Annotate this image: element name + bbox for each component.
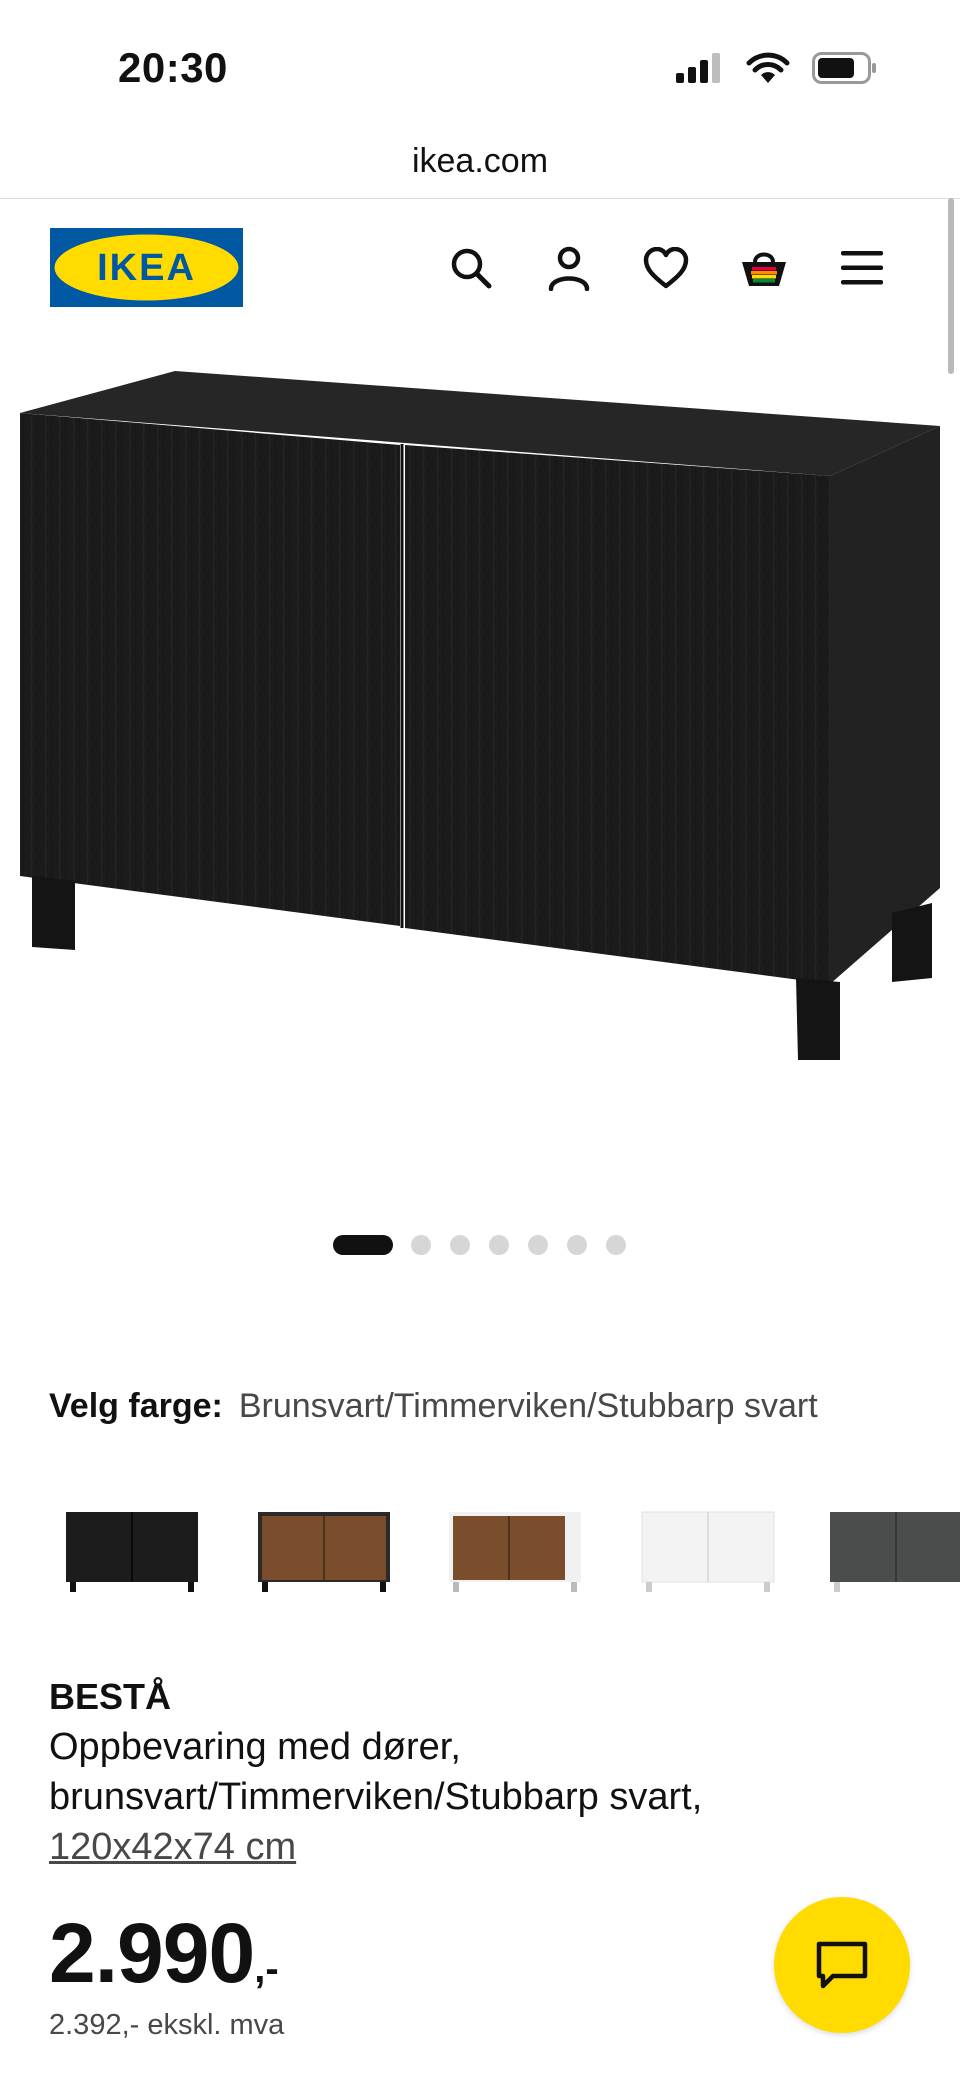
gallery-dot-active[interactable] bbox=[333, 1235, 393, 1255]
color-swatch-black-brown[interactable] bbox=[60, 1480, 200, 1610]
search-button[interactable] bbox=[441, 238, 501, 298]
color-swatch-black-brown-walnut[interactable] bbox=[252, 1480, 392, 1610]
gallery-pagination[interactable] bbox=[0, 1235, 960, 1257]
chat-button[interactable] bbox=[774, 1897, 910, 2033]
product-image[interactable] bbox=[0, 338, 960, 1188]
chat-bubble-icon bbox=[816, 1941, 868, 1989]
gallery-dot[interactable] bbox=[606, 1235, 626, 1255]
account-icon bbox=[548, 246, 590, 291]
wishlist-button[interactable] bbox=[636, 238, 696, 298]
menu-icon bbox=[841, 251, 883, 285]
product-description: Oppbevaring med dører, brunsvart/Timmerv… bbox=[49, 1726, 703, 1818]
battery-icon bbox=[812, 52, 876, 84]
gallery-dot[interactable] bbox=[528, 1235, 548, 1255]
shopping-bag-icon bbox=[742, 252, 786, 286]
price-suffix: ,- bbox=[254, 1947, 279, 1991]
product-info: BESTÅ Oppbevaring med dører, brunsvart/T… bbox=[49, 1676, 909, 1872]
site-header: IKEA bbox=[0, 198, 960, 338]
gallery-dot[interactable] bbox=[489, 1235, 509, 1255]
color-swatch-dark-grey[interactable] bbox=[826, 1480, 960, 1610]
gallery-dot[interactable] bbox=[567, 1235, 587, 1255]
product-name: BESTÅ bbox=[49, 1676, 172, 1717]
svg-text:IKEA: IKEA bbox=[97, 247, 196, 289]
status-icons bbox=[676, 52, 878, 84]
product-size-link[interactable]: 120x42x74 cm bbox=[49, 1822, 909, 1872]
selected-color: Brunsvart/Timmerviken/Stubbarp svart bbox=[238, 1387, 818, 1425]
wishlist-heart-icon bbox=[643, 247, 689, 289]
price-ex-vat: 2.392,- ekskl. mva bbox=[49, 2009, 285, 2041]
status-bar: 20:30 bbox=[0, 0, 960, 130]
cart-button[interactable] bbox=[734, 238, 794, 298]
signal-icon bbox=[676, 53, 720, 83]
color-swatches bbox=[0, 1470, 960, 1620]
account-button[interactable] bbox=[539, 238, 599, 298]
gallery-dot[interactable] bbox=[411, 1235, 431, 1255]
wifi-icon bbox=[746, 52, 790, 83]
ikea-logo[interactable]: IKEA bbox=[50, 228, 243, 307]
product-price: 2.990,- bbox=[49, 1905, 279, 2002]
color-label: Velg farge: bbox=[49, 1387, 223, 1425]
menu-button[interactable] bbox=[832, 238, 892, 298]
url-text[interactable]: ikea.com bbox=[0, 142, 960, 181]
color-swatch-white[interactable] bbox=[636, 1480, 776, 1610]
price-main: 2.990 bbox=[49, 1906, 255, 2000]
status-time: 20:30 bbox=[118, 44, 228, 91]
color-selector: Velg farge: Brunsvart/Timmerviken/Stubbar… bbox=[49, 1387, 818, 1426]
browser-url-bar[interactable]: ikea.com bbox=[0, 130, 960, 199]
color-swatch-white-walnut[interactable] bbox=[443, 1480, 583, 1610]
gallery-dot[interactable] bbox=[450, 1235, 470, 1255]
search-icon bbox=[451, 248, 492, 289]
